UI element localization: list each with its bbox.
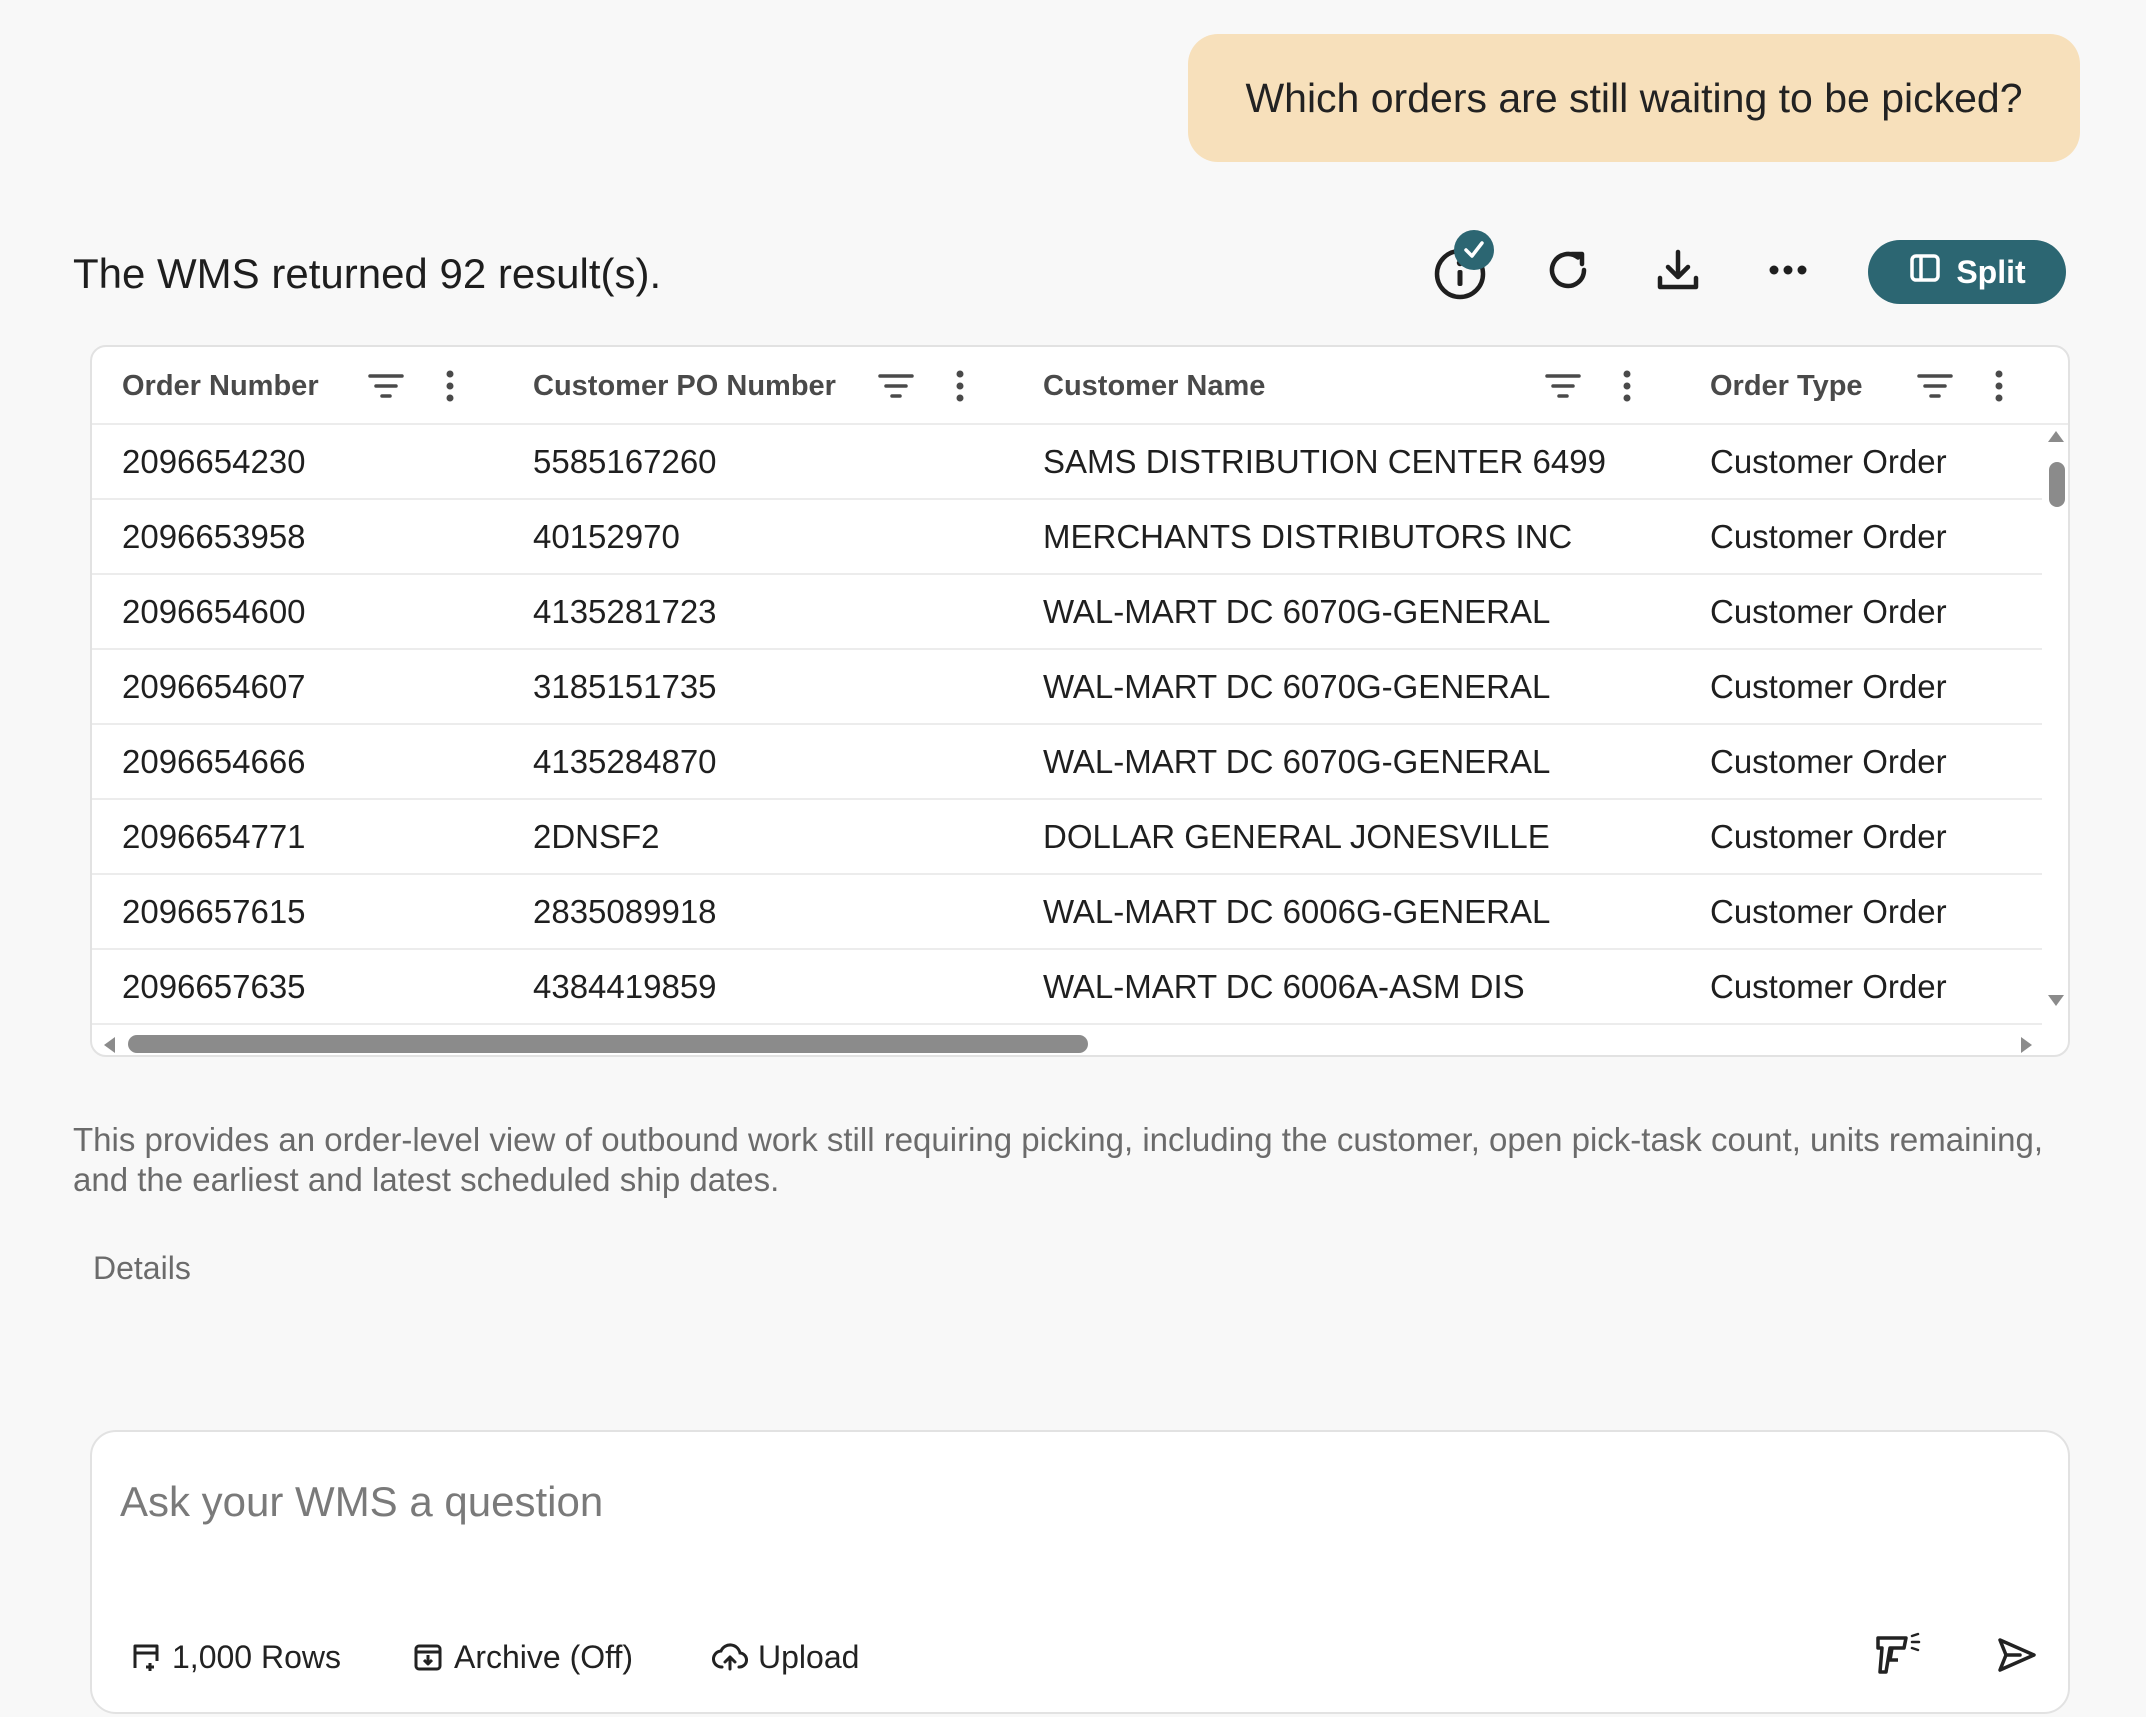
cell-customer-po-number: 2DNSF2 [533,817,660,855]
message-composer: 1,000 Rows Archive (Off) Upload [90,1430,2070,1714]
column-menu-icon[interactable] [1977,364,2021,408]
table-row[interactable]: 2096654600 4135281723 WAL-MART DC 6070G-… [92,575,2042,650]
scroll-up-arrow-icon[interactable] [2048,431,2064,442]
cloud-upload-icon [712,1641,748,1673]
send-button[interactable] [1990,1630,2044,1684]
table-row[interactable]: 2096654230 5585167260 SAMS DISTRIBUTION … [92,425,2042,500]
column-menu-icon[interactable] [428,364,472,408]
download-icon [1652,244,1704,296]
table-row[interactable]: 2096657615 2835089918 WAL-MART DC 6006G-… [92,875,2042,950]
filter-icon[interactable] [1541,364,1585,408]
barcode-scanner-icon [1872,1632,1922,1683]
split-button[interactable]: Split [1868,240,2066,304]
refresh-icon [1542,244,1594,296]
cell-order-number: 2096654230 [122,442,306,480]
more-options-button[interactable] [1756,238,1820,302]
details-toggle[interactable]: Details [93,1250,191,1287]
horizontal-scrollbar[interactable] [92,1027,2068,1055]
cell-customer-po-number: 5585167260 [533,442,717,480]
cell-order-type: Customer Order [1710,892,1947,930]
send-icon [1996,1636,2038,1679]
column-header-customer-po-number[interactable]: Customer PO Number [533,347,836,425]
cell-order-type: Customer Order [1710,442,1947,480]
cell-order-number: 2096654666 [122,742,306,780]
download-button[interactable] [1646,238,1710,302]
table-row[interactable]: 2096657635 4384419859 WAL-MART DC 6006A-… [92,950,2042,1025]
result-description: This provides an order-level view of out… [73,1121,2043,1198]
cell-customer-name: MERCHANTS DISTRIBUTORS INC [1043,517,1573,555]
table-body: 2096654230 5585167260 SAMS DISTRIBUTION … [92,425,2042,1025]
cell-customer-name: WAL-MART DC 6006G-GENERAL [1043,892,1551,930]
vertical-scrollbar-thumb[interactable] [2049,462,2065,507]
table-header: Order Number Customer PO Number Customer… [92,347,2068,425]
cell-order-number: 2096657615 [122,892,306,930]
refresh-button[interactable] [1536,238,1600,302]
cell-customer-po-number: 4384419859 [533,967,717,1005]
column-header-order-number[interactable]: Order Number [122,347,319,425]
cell-order-number: 2096654607 [122,667,306,705]
result-summary: The WMS returned 92 result(s). [73,250,662,297]
more-horizontal-icon [1762,244,1814,296]
scroll-right-arrow-icon[interactable] [2021,1037,2032,1053]
vertical-scrollbar[interactable] [2042,425,2068,1025]
rows-limit-button[interactable]: 1,000 Rows [130,1632,341,1682]
cell-customer-name: WAL-MART DC 6070G-GENERAL [1043,667,1551,705]
user-message-text: Which orders are still waiting to be pic… [1245,74,2023,121]
table-row[interactable]: 2096654771 2DNSF2 DOLLAR GENERAL JONESVI… [92,800,2042,875]
upload-button[interactable]: Upload [712,1632,859,1682]
filter-icon[interactable] [1913,364,1957,408]
scroll-down-arrow-icon[interactable] [2048,995,2064,1006]
cell-order-type: Customer Order [1710,817,1947,855]
table-row[interactable]: 2096654607 3185151735 WAL-MART DC 6070G-… [92,650,2042,725]
info-button[interactable] [1428,230,1494,304]
cell-customer-name: DOLLAR GENERAL JONESVILLE [1043,817,1550,855]
archive-toggle-label: Archive (Off) [454,1638,633,1675]
rows-limit-label: 1,000 Rows [172,1638,341,1675]
column-menu-icon[interactable] [938,364,982,408]
cell-customer-name: WAL-MART DC 6070G-GENERAL [1043,592,1551,630]
table-row[interactable]: 2096654666 4135284870 WAL-MART DC 6070G-… [92,725,2042,800]
column-header-order-type[interactable]: Order Type [1710,347,1863,425]
cell-order-type: Customer Order [1710,592,1947,630]
archive-icon [412,1641,444,1673]
cell-order-type: Customer Order [1710,742,1947,780]
split-button-label: Split [1956,253,2026,290]
cell-order-type: Customer Order [1710,967,1947,1005]
filter-icon[interactable] [364,364,408,408]
archive-toggle-button[interactable]: Archive (Off) [412,1632,633,1682]
column-header-customer-name[interactable]: Customer Name [1043,347,1265,425]
cell-order-number: 2096654771 [122,817,306,855]
user-message-bubble: Which orders are still waiting to be pic… [1188,34,2080,162]
filter-icon[interactable] [874,364,918,408]
rows-icon [130,1641,162,1673]
upload-label: Upload [758,1638,860,1675]
check-badge-icon [1454,230,1494,270]
horizontal-scrollbar-thumb[interactable] [128,1035,1088,1053]
cell-customer-po-number: 2835089918 [533,892,717,930]
cell-order-type: Customer Order [1710,667,1947,705]
cell-customer-po-number: 4135281723 [533,592,717,630]
question-input[interactable] [120,1472,2020,1532]
cell-customer-name: WAL-MART DC 6070G-GENERAL [1043,742,1551,780]
cell-customer-name: SAMS DISTRIBUTION CENTER 6499 [1043,442,1606,480]
cell-customer-po-number: 40152970 [533,517,680,555]
cell-customer-po-number: 3185151735 [533,667,717,705]
cell-order-number: 2096657635 [122,967,306,1005]
cell-order-number: 2096653958 [122,517,306,555]
scroll-left-arrow-icon[interactable] [104,1037,115,1053]
cell-order-number: 2096654600 [122,592,306,630]
cell-customer-name: WAL-MART DC 6006A-ASM DIS [1043,967,1525,1005]
column-menu-icon[interactable] [1605,364,1649,408]
results-table: Order Number Customer PO Number Customer… [90,345,2070,1057]
table-row[interactable]: 2096653958 40152970 MERCHANTS DISTRIBUTO… [92,500,2042,575]
split-view-icon [1908,251,1942,293]
cell-customer-po-number: 4135284870 [533,742,717,780]
barcode-scanner-button[interactable] [1870,1630,1924,1684]
cell-order-type: Customer Order [1710,517,1947,555]
